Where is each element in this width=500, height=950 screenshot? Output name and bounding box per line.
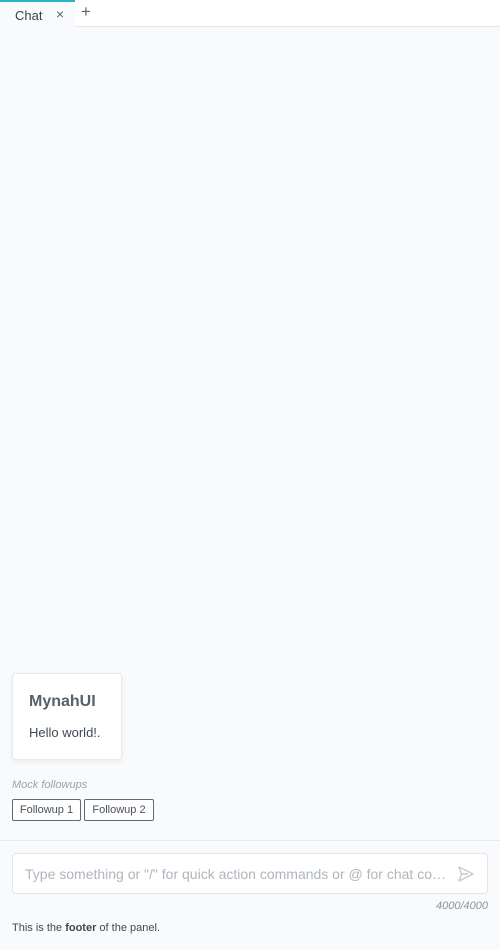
- footer-bold: footer: [65, 922, 97, 934]
- footer-prefix: This is the: [12, 922, 66, 934]
- prompt-input[interactable]: [25, 854, 447, 893]
- followup-button-1[interactable]: Followup 1: [12, 799, 81, 821]
- close-icon[interactable]: ×: [56, 6, 64, 22]
- prompt-input-wrapper: [12, 853, 488, 894]
- footer-suffix: of the panel.: [96, 922, 160, 934]
- followup-button-2[interactable]: Followup 2: [84, 799, 154, 821]
- message-title: MynahUI: [29, 693, 96, 710]
- divider: [0, 840, 500, 841]
- message-body: Hello world!.: [29, 725, 101, 740]
- tab-chat[interactable]: Chat ×: [0, 0, 75, 27]
- tab-bar: Chat × +: [0, 0, 500, 27]
- chat-message-card: MynahUI Hello world!.: [12, 673, 122, 760]
- char-count: 4000/4000: [436, 900, 488, 912]
- tab-label: Chat: [15, 8, 43, 23]
- plus-icon[interactable]: +: [81, 2, 91, 22]
- send-icon[interactable]: [457, 865, 475, 883]
- followups-title: Mock followups: [12, 779, 88, 791]
- panel-footer: This is the footer of the panel.: [12, 922, 160, 934]
